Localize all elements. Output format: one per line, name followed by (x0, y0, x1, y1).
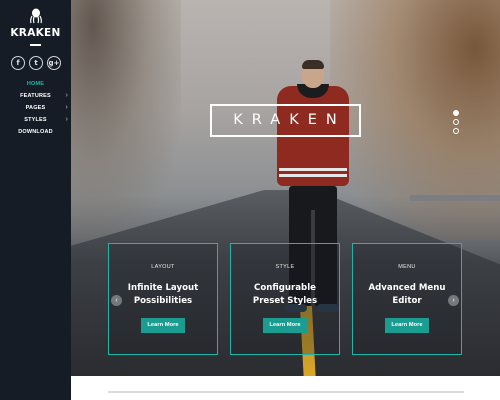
nav-item-label: PAGES (25, 105, 46, 111)
feature-card-menu: MENU Advanced Menu Editor Learn More (352, 243, 462, 355)
hero-background-trees (71, 0, 181, 240)
nav-item-home[interactable]: HOME (0, 78, 71, 90)
nav-item-styles[interactable]: STYLES › (0, 114, 71, 126)
chevron-right-icon[interactable]: › (448, 295, 459, 306)
slider-dot-1[interactable] (453, 110, 459, 116)
hero-background-guardrail (410, 195, 500, 201)
nav-item-pages[interactable]: PAGES › (0, 102, 71, 114)
main-nav: HOME FEATURES › PAGES › STYLES › DOWNLOA… (0, 78, 71, 138)
nav-item-label: STYLES (24, 117, 47, 123)
card-category: LAYOUT (151, 264, 175, 270)
card-title: Advanced Menu Editor (368, 283, 446, 306)
slider-dot-2[interactable] (453, 119, 459, 125)
hero-slider: KRAKEN LAYOUT Infinite Layout Possibilit… (71, 0, 500, 376)
nav-item-label: HOME (26, 81, 45, 87)
chevron-right-icon: › (65, 116, 68, 123)
chevron-left-icon[interactable]: ‹ (111, 295, 122, 306)
brand-divider (30, 44, 41, 46)
nav-item-label: DOWNLOAD (18, 129, 53, 135)
card-category: STYLE (275, 264, 295, 270)
card-title: Infinite Layout Possibilities (127, 283, 199, 306)
slider-pagination (453, 110, 460, 137)
chevron-right-icon: › (65, 104, 68, 111)
twitter-icon[interactable]: t (29, 56, 43, 70)
chevron-right-icon: › (65, 92, 68, 99)
facebook-icon[interactable]: f (11, 56, 25, 70)
nav-item-download[interactable]: DOWNLOAD (0, 126, 71, 138)
nav-item-label: FEATURES (20, 93, 51, 99)
learn-more-button[interactable]: Learn More (385, 318, 429, 333)
slider-dot-3[interactable] (453, 128, 459, 134)
sidebar: KRAKEN f t g+ HOME FEATURES › PAGES › ST… (0, 0, 71, 400)
card-category: MENU (398, 264, 416, 270)
brand-name[interactable]: KRAKEN (0, 27, 71, 39)
octopus-icon[interactable] (0, 8, 71, 24)
feature-card-layout: LAYOUT Infinite Layout Possibilities Lea… (108, 243, 218, 355)
google-plus-icon[interactable]: g+ (47, 56, 61, 70)
section-divider (108, 391, 464, 393)
learn-more-button[interactable]: Learn More (141, 318, 185, 333)
hero-title: KRAKEN (210, 104, 361, 137)
content-section (71, 376, 500, 400)
feature-card-style: STYLE Configurable Preset Styles Learn M… (230, 243, 340, 355)
learn-more-button[interactable]: Learn More (263, 318, 307, 333)
social-links: f t g+ (11, 56, 61, 70)
card-title: Configurable Preset Styles (252, 283, 318, 306)
nav-item-features[interactable]: FEATURES › (0, 90, 71, 102)
